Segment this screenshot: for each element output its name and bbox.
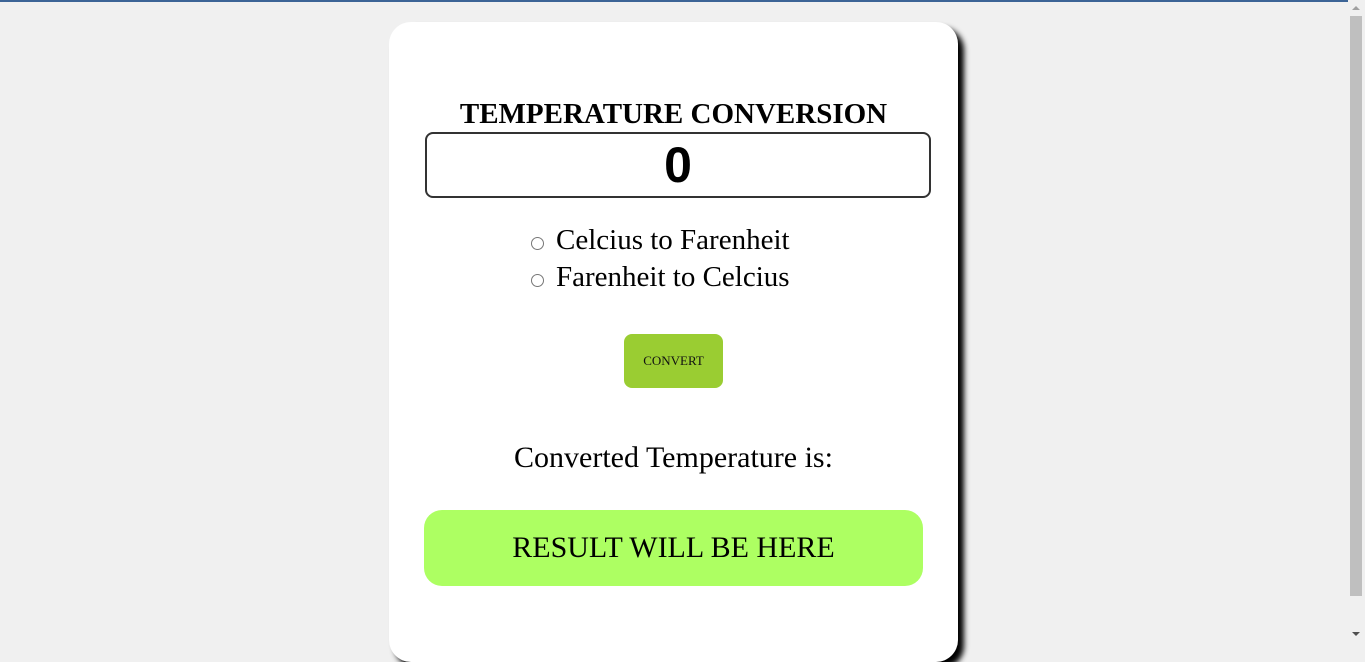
converter-card: TEMPERATURE CONVERSION Celcius to Farenh… <box>389 22 958 662</box>
vertical-scrollbar[interactable] <box>1348 0 1365 643</box>
browser-top-border <box>0 0 1365 2</box>
radio-f-to-c[interactable] <box>531 274 544 287</box>
scroll-down-icon[interactable] <box>1352 632 1360 636</box>
conversion-options: Celcius to Farenheit Farenheit to Celciu… <box>531 222 790 296</box>
option-f-to-c[interactable]: Farenheit to Celcius <box>531 259 790 296</box>
radio-c-to-f[interactable] <box>531 237 544 250</box>
option-label: Celcius to Farenheit <box>556 224 790 256</box>
option-c-to-f[interactable]: Celcius to Farenheit <box>531 222 790 259</box>
convert-button[interactable]: CONVERT <box>624 334 723 388</box>
page-title: TEMPERATURE CONVERSION <box>459 98 888 130</box>
result-heading: Converted Temperature is: <box>514 441 833 474</box>
result-box: RESULT WILL BE HERE <box>424 510 923 586</box>
option-label: Farenheit to Celcius <box>556 261 790 293</box>
scrollbar-thumb[interactable] <box>1350 16 1362 596</box>
scroll-up-icon[interactable] <box>1352 6 1360 10</box>
temperature-input[interactable] <box>425 132 931 198</box>
